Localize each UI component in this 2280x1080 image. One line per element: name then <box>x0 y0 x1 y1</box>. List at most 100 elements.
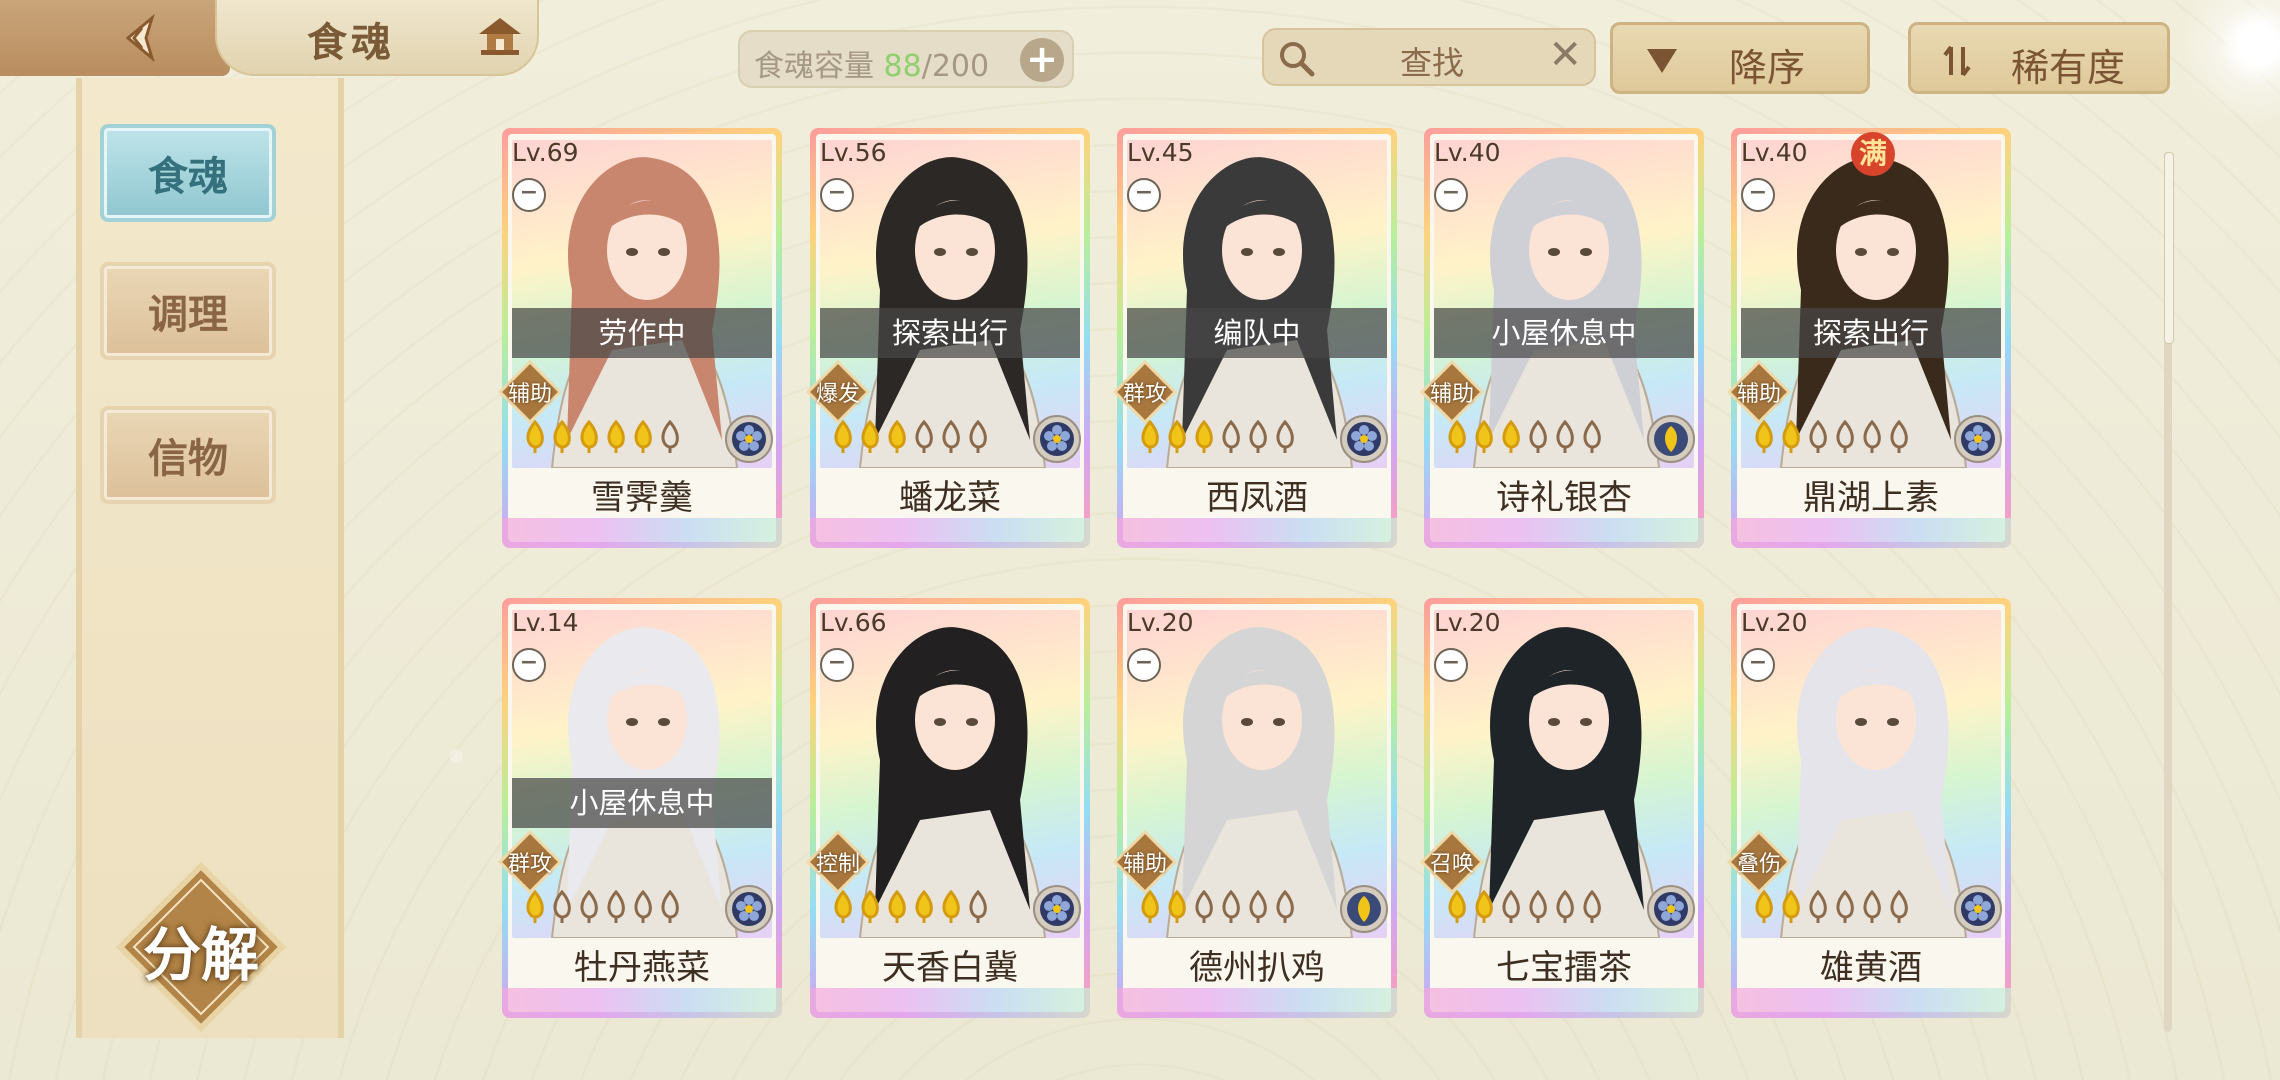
spoon-filled-icon <box>859 889 881 924</box>
rarity-spoons <box>1753 889 1910 930</box>
sort-order-button[interactable]: 降序 <box>1610 22 1870 94</box>
corner-glow <box>2170 0 2280 150</box>
collapse-icon[interactable]: − <box>1741 648 1775 682</box>
spoon-filled-icon <box>886 889 908 924</box>
character-name: 牡丹燕菜 <box>574 948 710 988</box>
rarity-spoons <box>1753 419 1910 460</box>
capacity-label: 食魂容量 <box>754 49 874 84</box>
spoon-empty-icon <box>1554 419 1576 454</box>
level-label: Lv.40 <box>1434 138 1501 167</box>
rarity-spoons <box>1446 889 1603 930</box>
tab-seasoning[interactable]: 调理 <box>100 262 276 360</box>
collapse-icon[interactable]: − <box>1434 648 1468 682</box>
element-icon <box>1339 414 1389 464</box>
collapse-icon[interactable]: − <box>1127 648 1161 682</box>
food-soul-card[interactable]: Lv.20 − 辅助 德州扒鸡 <box>1112 598 1397 1018</box>
role-label: 辅助 <box>507 382 552 407</box>
capacity-indicator: 食魂容量 88/200 + <box>738 30 1074 88</box>
spoon-empty-icon <box>1834 419 1856 454</box>
card-bottom-stripe <box>810 518 1090 548</box>
collapse-icon[interactable]: − <box>1741 178 1775 212</box>
spoon-empty-icon <box>1888 889 1910 924</box>
spoon-empty-icon <box>1220 889 1242 924</box>
role-badge: 群攻 <box>497 829 563 895</box>
decompose-label: 分解 <box>142 921 259 989</box>
collapse-icon[interactable]: − <box>820 178 854 212</box>
collapse-icon[interactable]: − <box>1127 178 1161 212</box>
status-banner: 探索出行 <box>1741 308 2001 358</box>
max-badge: 满 <box>1851 132 1895 176</box>
food-soul-card[interactable]: Lv.20 − 召唤 七宝擂茶 <box>1419 598 1704 1018</box>
spoon-empty-icon <box>1861 889 1883 924</box>
spoon-filled-icon <box>524 419 546 454</box>
collapse-icon[interactable]: − <box>512 648 546 682</box>
spoon-filled-icon <box>1500 419 1522 454</box>
spoon-filled-icon <box>524 889 546 924</box>
decompose-button[interactable]: 分解 <box>115 861 287 1033</box>
spoon-filled-icon <box>578 419 600 454</box>
food-soul-card[interactable]: Lv.45 − 编队中 群攻 西凤酒 <box>1112 128 1397 548</box>
spoon-empty-icon <box>1554 889 1576 924</box>
status-banner: 探索出行 <box>820 308 1080 358</box>
clear-search-button[interactable]: ✕ <box>1548 32 1582 78</box>
level-label: Lv.66 <box>820 608 887 637</box>
character-name: 雪霁羹 <box>591 478 693 518</box>
spoon-filled-icon <box>1139 889 1161 924</box>
element-icon <box>1646 414 1696 464</box>
spoon-empty-icon <box>967 889 989 924</box>
house-icon[interactable] <box>475 14 525 58</box>
role-badge: 叠伤 <box>1726 829 1792 895</box>
spoon-filled-icon <box>913 889 935 924</box>
rarity-spoons <box>524 419 681 460</box>
spoon-empty-icon <box>1861 419 1883 454</box>
status-banner: 劳作中 <box>512 308 772 358</box>
spoon-filled-icon <box>1446 889 1468 924</box>
scrollbar-thumb[interactable] <box>2164 152 2174 344</box>
spoon-filled-icon <box>832 889 854 924</box>
collapse-icon[interactable]: − <box>1434 178 1468 212</box>
food-soul-card[interactable]: Lv.20 − 叠伤 雄黄酒 <box>1726 598 2011 1018</box>
food-soul-card[interactable]: Lv.56 − 探索出行爆发蟠龙菜 <box>805 128 1090 548</box>
food-soul-card[interactable]: Lv.66 − 控制天香白冀 <box>805 598 1090 1018</box>
back-button[interactable] <box>0 0 230 76</box>
level-label: Lv.56 <box>820 138 887 167</box>
spoon-filled-icon <box>1166 419 1188 454</box>
spoon-filled-icon <box>1780 889 1802 924</box>
spoon-empty-icon <box>940 419 962 454</box>
collapse-icon[interactable]: − <box>820 648 854 682</box>
character-name: 鼎湖上素 <box>1803 478 1939 518</box>
role-badge: 爆发 <box>805 359 871 425</box>
tab-tokens[interactable]: 信物 <box>100 406 276 504</box>
spoon-empty-icon <box>913 419 935 454</box>
role-label: 爆发 <box>815 382 860 407</box>
rarity-spoons <box>1139 419 1296 460</box>
collapse-icon[interactable]: − <box>512 178 546 212</box>
add-capacity-button[interactable]: + <box>1020 38 1064 82</box>
search-input[interactable]: 查找 <box>1400 38 1464 84</box>
rarity-filter-button[interactable]: 稀有度 <box>1908 22 2170 94</box>
search-box[interactable]: 查找 ✕ <box>1262 28 1596 86</box>
element-icon <box>724 884 774 934</box>
food-soul-card[interactable]: Lv.14 − 小屋休息中 群攻 牡丹燕菜 <box>497 598 782 1018</box>
element-icon <box>1646 884 1696 934</box>
card-bottom-stripe <box>1424 988 1704 1018</box>
search-icon <box>1280 42 1315 77</box>
level-label: Lv.20 <box>1741 608 1808 637</box>
food-soul-card[interactable]: Lv.40 − 满探索出行 辅助 鼎湖上素 <box>1726 128 2011 548</box>
element-icon <box>1953 414 2003 464</box>
status-banner: 小屋休息中 <box>1434 308 1694 358</box>
character-name: 天香白冀 <box>882 948 1018 988</box>
character-name: 蟠龙菜 <box>899 478 1001 518</box>
role-badge: 控制 <box>805 829 871 895</box>
status-banner: 小屋休息中 <box>512 778 772 828</box>
spoon-filled-icon <box>1473 419 1495 454</box>
role-badge: 辅助 <box>497 359 563 425</box>
food-soul-card[interactable]: Lv.69 − 劳作中 辅助 雪霁羹 <box>497 128 782 548</box>
spoon-empty-icon <box>551 889 573 924</box>
tab-food-souls[interactable]: 食魂 <box>100 124 276 222</box>
character-name: 七宝擂茶 <box>1496 948 1632 988</box>
card-bottom-stripe <box>1731 518 2011 548</box>
spoon-filled-icon <box>1139 419 1161 454</box>
food-soul-card[interactable]: Lv.40 − 小屋休息中 辅助 诗礼银杏 <box>1419 128 1704 548</box>
spoon-filled-icon <box>551 419 573 454</box>
